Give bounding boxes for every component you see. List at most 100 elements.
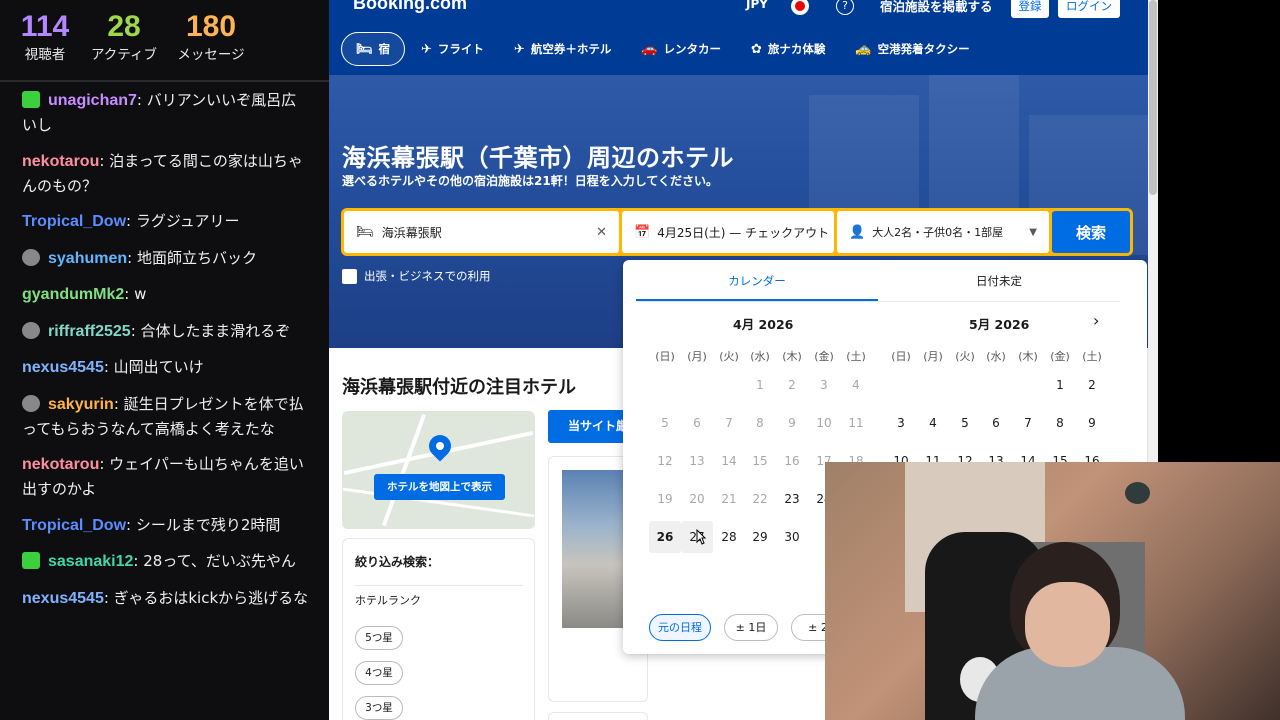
exact-dates-chip[interactable]: 元の日程	[649, 614, 711, 641]
hotel-card[interactable]	[548, 712, 648, 720]
chat-username[interactable]: sakyurin	[48, 396, 114, 413]
chat-username[interactable]: nekotarou	[22, 456, 99, 473]
chat-separator: :	[126, 212, 136, 230]
weekday-label: (火)	[955, 350, 975, 363]
language-flag-icon[interactable]	[791, 0, 809, 15]
nav-car-rental[interactable]: 🚗 レンタカー	[627, 32, 735, 66]
register-button[interactable]: 登録	[1011, 0, 1049, 18]
filter-5-star[interactable]: 5つ星	[355, 626, 403, 650]
map-preview[interactable]: ホテルを地図上で表示	[342, 411, 535, 529]
filter-3-star[interactable]: 3つ星	[355, 696, 403, 720]
chat-text: ぎゃるおはkickから逃げるな	[113, 588, 309, 607]
calendar-day[interactable]: 6	[980, 407, 1012, 439]
attractions-icon: ✿	[751, 41, 762, 57]
calendar-day[interactable]: 1	[1044, 369, 1076, 401]
calendar-day: 22	[752, 492, 768, 506]
site-recommended-tab[interactable]: 当サイト厳	[548, 410, 628, 443]
product-nav: 🛏 宿 ✈ フライト ✈ 航空券＋ホテル 🚗 レンタカー ✿ 旅ナカ体験 🚕 空港発着タクシー	[341, 32, 986, 66]
chat-message: nekotarou: 泊まってる間この家は山ちゃんのもの？	[22, 149, 309, 198]
calendar-day: 21	[721, 492, 737, 506]
chat-message: sakyurin: 誕生日プレゼントを体で払ってもらおうなんて高橋よく考えたな	[22, 392, 309, 441]
bed-icon: 🛏	[356, 224, 374, 240]
tab-flexible-dates[interactable]: 日付未定	[878, 270, 1120, 301]
car-icon: 🚗	[641, 41, 658, 57]
viewers-label: 視聴者	[24, 47, 66, 63]
weekday-label: (月)	[687, 350, 707, 363]
nav-airport-taxi[interactable]: 🚕 空港発着タクシー	[841, 32, 983, 66]
calendar-day[interactable]: 7	[1012, 407, 1044, 439]
chat-separator: :	[130, 321, 141, 340]
plus-minus-1-day-chip[interactable]: ± 1日	[724, 614, 778, 641]
calendar-day[interactable]: 2	[1076, 369, 1108, 401]
calendar-day: 8	[756, 416, 764, 430]
destination-field[interactable]: 🛏 海浜幕張駅 ✕	[344, 211, 619, 253]
calendar-day[interactable]: 29	[744, 521, 776, 553]
next-month-chevron-icon[interactable]: ›	[1093, 311, 1099, 330]
header: Booking.com JPY ? 宿泊施設を掲載する 登録 ログイン 🛏 宿 ✈ フ…	[329, 0, 1159, 75]
nav-attractions[interactable]: ✿ 旅ナカ体験	[737, 32, 839, 66]
avatar-badge-icon	[22, 321, 40, 339]
chat-username[interactable]: nekotarou	[22, 153, 99, 170]
calendar-day[interactable]: 28	[713, 521, 745, 553]
calendar-day: 1	[756, 378, 764, 392]
filter-4-star[interactable]: 4つ星	[355, 661, 403, 685]
calendar-day[interactable]: 3	[885, 407, 917, 439]
business-travel-option[interactable]: 出張・ビジネスでの利用	[342, 268, 491, 284]
hotel-image[interactable]	[562, 470, 632, 628]
bed-icon: 🛏	[356, 41, 373, 57]
business-label: 出張・ビジネスでの利用	[364, 269, 491, 283]
chat-username[interactable]: nexus4545	[22, 590, 104, 607]
chat-message: unagichan7: バリアンいいぞ風呂広いし	[22, 88, 309, 137]
nav-stays[interactable]: 🛏 宿	[341, 32, 406, 66]
list-property-link[interactable]: 宿泊施設を掲載する	[880, 0, 993, 15]
calendar-day[interactable]: 9	[1076, 407, 1108, 439]
calendar-day[interactable]: 8	[1044, 407, 1076, 439]
chat-text: シールまで残り2時間	[135, 515, 281, 534]
chat-message: nexus4545: ぎゃるおはkickから逃げるな	[22, 586, 309, 611]
chat-username[interactable]: Tropical_Dow	[22, 517, 126, 534]
chat-username[interactable]: nexus4545	[22, 359, 104, 376]
calendar-day[interactable]: 26	[649, 521, 681, 553]
search-button[interactable]: 検索	[1052, 211, 1130, 253]
chat-username[interactable]: riffraff2525	[48, 323, 131, 340]
calendar-day[interactable]: 23	[776, 483, 808, 515]
nav-flights[interactable]: ✈ フライト	[407, 32, 498, 66]
dates-field[interactable]: 📅 4月25日(土) — チェックアウト	[622, 211, 834, 253]
chat-message: Tropical_Dow: シールまで残り2時間	[22, 513, 309, 538]
clear-icon[interactable]: ✕	[596, 225, 607, 240]
calendar-day[interactable]: 4	[917, 407, 949, 439]
chat-message: sasanaki12: 28って、だいぶ先やん	[22, 549, 309, 574]
login-button[interactable]: ログイン	[1058, 0, 1120, 18]
chat-username[interactable]: syahumen	[48, 250, 127, 267]
chat-separator: :	[99, 151, 110, 170]
messages-stat: 180 メッセージ	[175, 10, 247, 80]
help-icon[interactable]: ?	[836, 0, 854, 15]
weekday-label: (土)	[1082, 350, 1102, 363]
weekday-label: (水)	[986, 350, 1006, 363]
month-title-may: 5月 2026	[969, 317, 1030, 332]
booking-logo[interactable]: Booking.com	[353, 0, 467, 14]
nav-flight-hotel[interactable]: ✈ 航空券＋ホテル	[500, 32, 625, 66]
chat-username[interactable]: gyandumMk2	[22, 286, 124, 303]
scrollbar-thumb[interactable]	[1149, 0, 1157, 195]
guests-field[interactable]: 👤 大人2名・子供0名・1部屋 ▼	[837, 211, 1049, 253]
calendar-day: 12	[657, 454, 673, 468]
chat-message: riffraff2525: 合体したまま滑れるぞ	[22, 319, 309, 344]
chat-text: 合体したまま滑れるぞ	[140, 321, 291, 340]
nav-label: 空港発着タクシー	[877, 42, 970, 56]
chat-text: 28って、だいぶ先やん	[143, 552, 296, 570]
calendar-day[interactable]: 30	[776, 521, 808, 553]
business-checkbox[interactable]	[342, 268, 357, 284]
map-road	[381, 413, 427, 527]
currency-selector[interactable]: JPY	[746, 0, 768, 11]
chat-separator: :	[127, 248, 137, 267]
chat-username[interactable]: sasanaki12	[48, 553, 133, 570]
chat-username[interactable]: Tropical_Dow	[22, 213, 126, 230]
tab-calendar[interactable]: カレンダー	[636, 270, 878, 301]
chat-username[interactable]: unagichan7	[48, 92, 137, 109]
weekday-label: (月)	[923, 350, 943, 363]
screen: 114 視聴者 28 アクティブ 180 メッセージ unagichan7: バ…	[0, 0, 1280, 720]
show-on-map-button[interactable]: ホテルを地図上で表示	[374, 474, 505, 500]
calendar-day[interactable]: 5	[949, 407, 981, 439]
dates-value: 4月25日(土) — チェックアウト	[657, 225, 830, 240]
